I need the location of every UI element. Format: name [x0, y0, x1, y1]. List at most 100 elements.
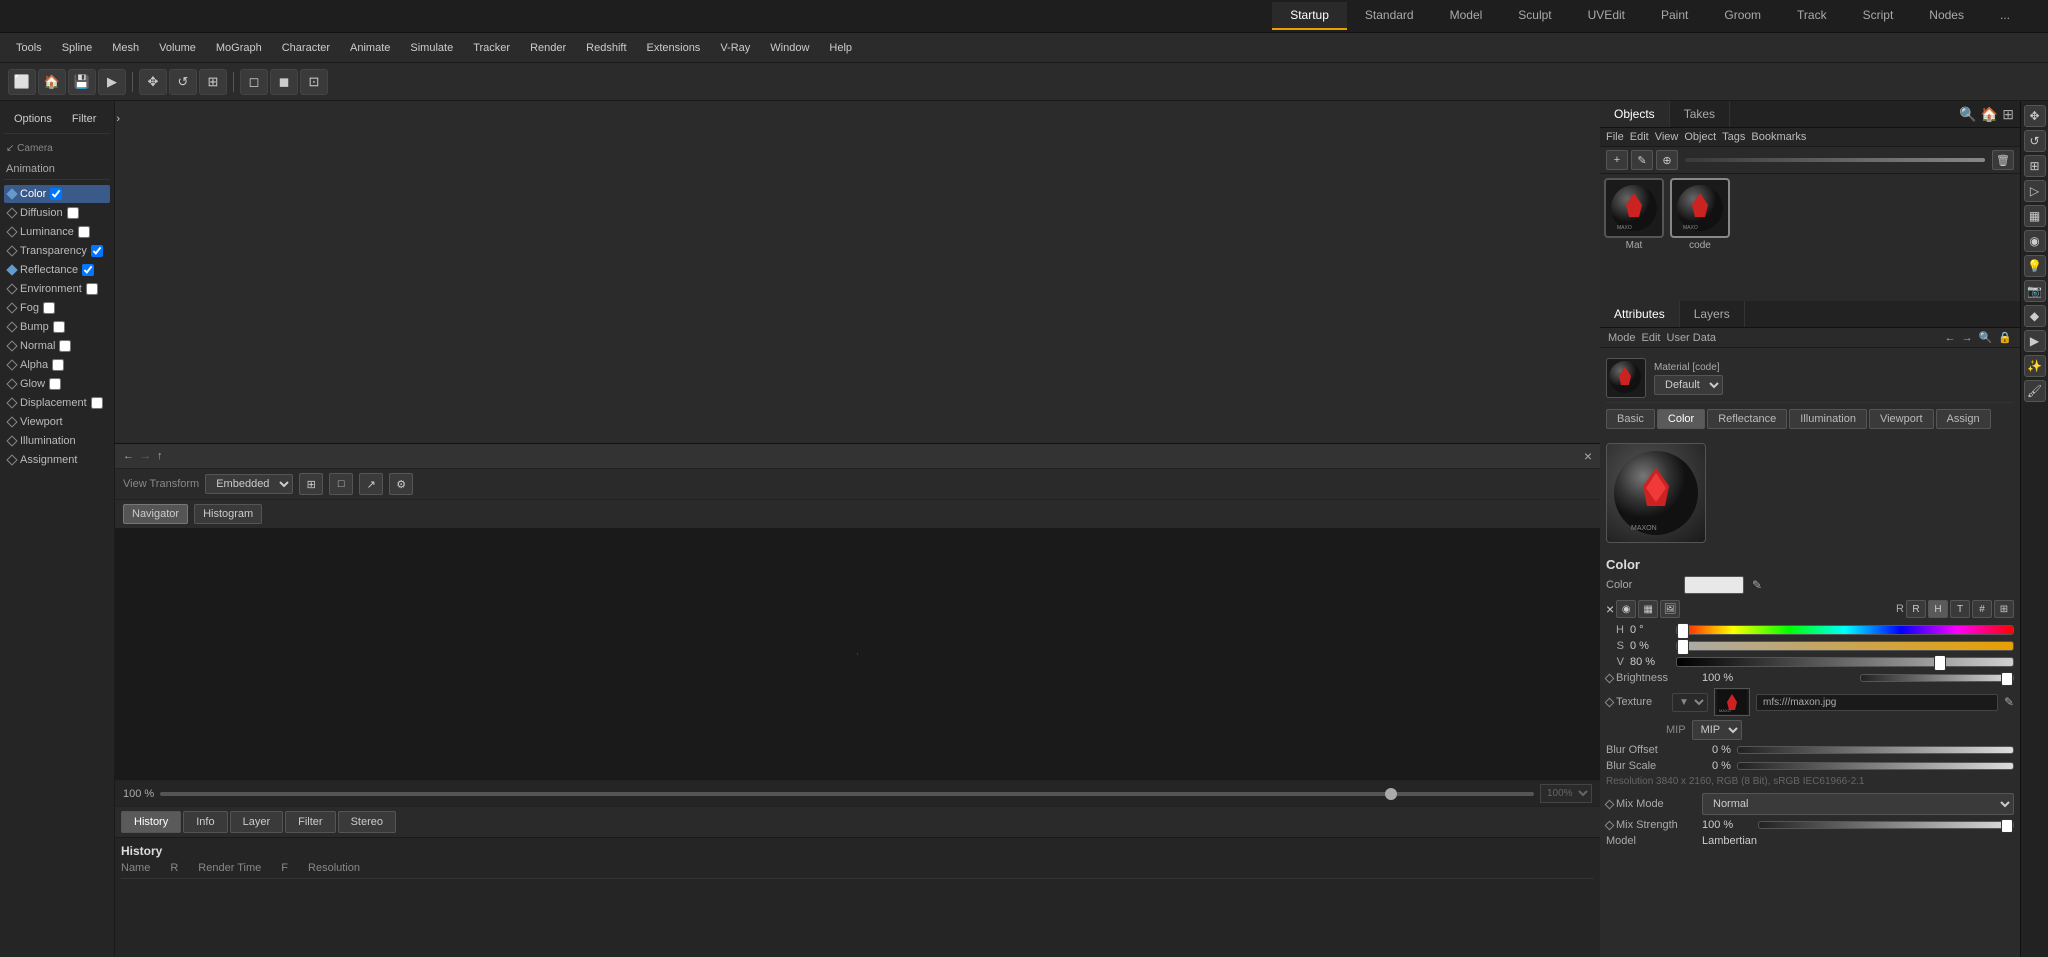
cb-color[interactable]: [50, 188, 62, 200]
pv-view-transform-select[interactable]: Embedded: [205, 474, 293, 494]
color-swatch[interactable]: [1684, 576, 1744, 594]
color-h-btn[interactable]: H: [1928, 600, 1948, 618]
top-nav-tab-script[interactable]: Script: [1845, 2, 1912, 30]
nav-illumination[interactable]: Illumination: [4, 432, 110, 450]
top-nav-tab-groom[interactable]: Groom: [1706, 2, 1779, 30]
obj-snap-btn[interactable]: ⊕: [1656, 150, 1678, 170]
tool-scale[interactable]: ⊞: [199, 69, 227, 95]
search-icon[interactable]: 🔍: [1959, 106, 1976, 123]
cb-fog[interactable]: [43, 302, 55, 314]
nav-normal[interactable]: Normal: [4, 337, 110, 355]
cb-environment[interactable]: [86, 283, 98, 295]
pv-tab-stereo[interactable]: Stereo: [338, 811, 396, 833]
cb-bump[interactable]: [53, 321, 65, 333]
cb-luminance[interactable]: [78, 226, 90, 238]
mix-mode-select[interactable]: Normal: [1702, 793, 2014, 815]
attr-lock-icon[interactable]: 🔒: [1998, 331, 2012, 344]
nav-reflectance[interactable]: Reflectance: [4, 261, 110, 279]
tab-attributes[interactable]: Attributes: [1600, 301, 1680, 327]
attr-mode-mode[interactable]: Mode: [1608, 332, 1636, 344]
color-palette-btn[interactable]: ⊞: [1994, 600, 2014, 618]
menu-mesh[interactable]: Mesh: [104, 38, 147, 58]
mat-tab-basic[interactable]: Basic: [1606, 409, 1655, 429]
rs-cube-icon[interactable]: ▦: [2024, 205, 2046, 227]
menu-volume[interactable]: Volume: [151, 38, 204, 58]
tool-move[interactable]: ✥: [139, 69, 167, 95]
rs-render-icon[interactable]: ▶: [2024, 330, 2046, 352]
rs-scale-icon[interactable]: ⊞: [2024, 155, 2046, 177]
tool-mode2[interactable]: ◼: [270, 69, 298, 95]
saturation-bar[interactable]: [1676, 641, 2014, 651]
cb-diffusion[interactable]: [67, 207, 79, 219]
color-img-icon[interactable]: 🖼: [1660, 600, 1680, 618]
top-nav-tab-nodes[interactable]: Nodes: [1911, 2, 1982, 30]
mat-tab-color[interactable]: Color: [1657, 409, 1705, 429]
nav-environment[interactable]: Environment: [4, 280, 110, 298]
obj-mat-img[interactable]: MAXO: [1604, 178, 1664, 238]
nav-fog[interactable]: Fog: [4, 299, 110, 317]
pv-up[interactable]: ↑: [157, 450, 163, 462]
color-close-icon[interactable]: ×: [1606, 601, 1614, 617]
color-wheel-icon[interactable]: ◉: [1616, 600, 1636, 618]
rs-paint-icon[interactable]: 🖌: [2024, 380, 2046, 402]
menu-help[interactable]: Help: [821, 38, 860, 58]
top-nav-tab-track[interactable]: Track: [1779, 2, 1845, 30]
menu-character[interactable]: Character: [274, 38, 338, 58]
nav-glow[interactable]: Glow: [4, 375, 110, 393]
obj-delete-btn[interactable]: 🗑: [1992, 150, 2014, 170]
nav-alpha[interactable]: Alpha: [4, 356, 110, 374]
attr-mode-userdata[interactable]: User Data: [1667, 332, 1717, 344]
menu-redshift[interactable]: Redshift: [578, 38, 634, 58]
top-nav-tab-sculpt[interactable]: Sculpt: [1500, 2, 1569, 30]
pv-zoom-select[interactable]: 100%: [1540, 784, 1592, 803]
texture-sampling-select[interactable]: MIP: [1692, 720, 1742, 740]
pv-histogram-btn[interactable]: Histogram: [194, 504, 262, 524]
nav-luminance[interactable]: Luminance: [4, 223, 110, 241]
obj-edit-btn[interactable]: ✎: [1631, 150, 1653, 170]
pv-navigator-btn[interactable]: Navigator: [123, 504, 188, 524]
cb-reflectance[interactable]: [82, 264, 94, 276]
expand-icon[interactable]: ⊞: [2002, 106, 2014, 123]
pv-tab-history[interactable]: History: [121, 811, 181, 833]
nav-displacement[interactable]: Displacement: [4, 394, 110, 412]
rs-fx-icon[interactable]: ✨: [2024, 355, 2046, 377]
mat-tab-viewport[interactable]: Viewport: [1869, 409, 1934, 429]
obj-code-img[interactable]: MAXO: [1670, 178, 1730, 238]
nav-transparency[interactable]: Transparency: [4, 242, 110, 260]
obj-slider[interactable]: [1685, 158, 1985, 162]
tool-render[interactable]: ▶: [98, 69, 126, 95]
menu-extensions[interactable]: Extensions: [639, 38, 709, 58]
top-nav-tab-more[interactable]: ...: [1982, 2, 2028, 30]
mat-tab-reflectance[interactable]: Reflectance: [1707, 409, 1787, 429]
texture-dropdown[interactable]: ▼: [1672, 693, 1708, 712]
color-edit-pencil[interactable]: ✎: [1752, 578, 1762, 592]
menu-vray[interactable]: V-Ray: [712, 38, 758, 58]
nav-bump[interactable]: Bump: [4, 318, 110, 336]
rs-move-icon[interactable]: ✥: [2024, 105, 2046, 127]
menu-mograph[interactable]: MoGraph: [208, 38, 270, 58]
cb-alpha[interactable]: [52, 359, 64, 371]
tool-open[interactable]: 🏠: [38, 69, 66, 95]
cb-displacement[interactable]: [91, 397, 103, 409]
tool-save[interactable]: 💾: [68, 69, 96, 95]
attr-mode-edit[interactable]: Edit: [1642, 332, 1661, 344]
tool-mode1[interactable]: ◻: [240, 69, 268, 95]
obj-menu-tags[interactable]: Tags: [1722, 131, 1745, 143]
home-icon[interactable]: 🏠: [1981, 106, 1998, 123]
hue-bar[interactable]: [1676, 625, 2014, 635]
pv-zoom-slider[interactable]: [160, 792, 1534, 796]
obj-menu-object[interactable]: Object: [1684, 131, 1716, 143]
pv-back[interactable]: ←: [123, 450, 134, 462]
cb-normal[interactable]: [59, 340, 71, 352]
mix-strength-bar[interactable]: [1758, 821, 2014, 829]
rs-select-icon[interactable]: ▷: [2024, 180, 2046, 202]
pv-view-icon4[interactable]: ⚙: [389, 473, 413, 495]
pv-view-icon1[interactable]: ⊞: [299, 473, 323, 495]
material-default-select[interactable]: Default: [1654, 375, 1723, 395]
nav-viewport[interactable]: Viewport: [4, 413, 110, 431]
rs-light-icon[interactable]: 💡: [2024, 255, 2046, 277]
cb-transparency[interactable]: [91, 245, 103, 257]
menu-window[interactable]: Window: [762, 38, 817, 58]
top-nav-tab-startup[interactable]: Startup: [1272, 2, 1347, 30]
pv-tab-layer[interactable]: Layer: [230, 811, 284, 833]
